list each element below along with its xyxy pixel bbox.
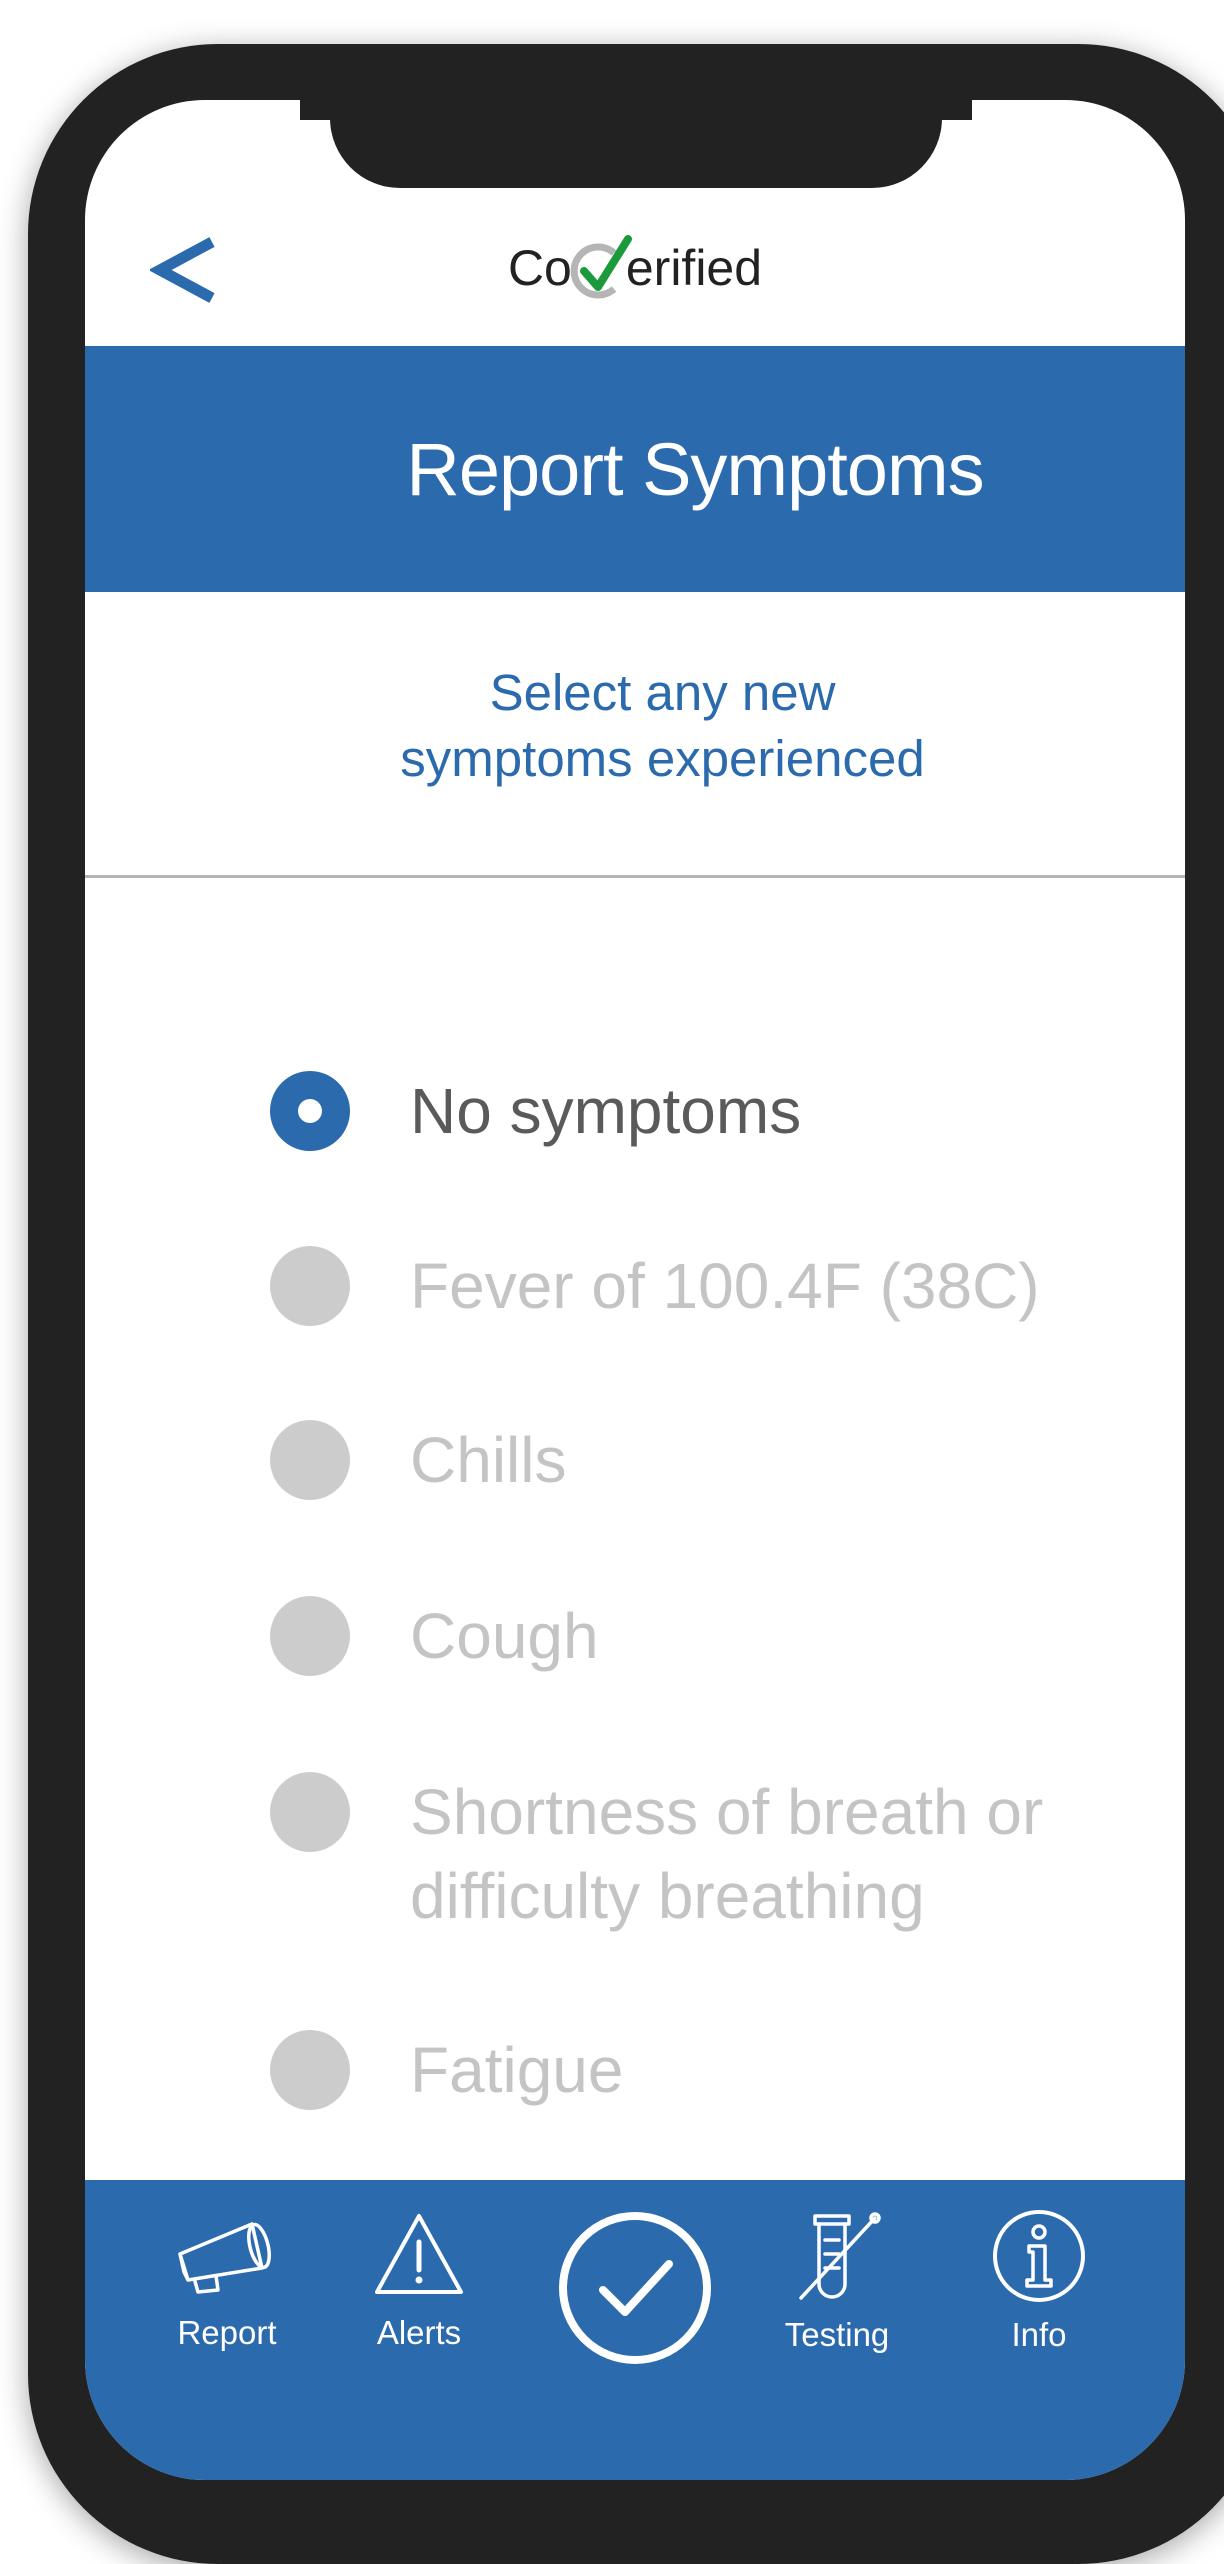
symptom-option-fever[interactable]: Fever of 100.4F (38C) — [270, 1246, 1150, 1328]
radio-button[interactable] — [270, 1420, 350, 1500]
radio-button[interactable] — [270, 1246, 350, 1326]
symptom-option-cough[interactable]: Cough — [270, 1596, 1150, 1678]
symptom-label: Shortness of breath or difficulty breath… — [410, 1776, 1044, 1932]
nav-info[interactable]: Info — [949, 2210, 1129, 2354]
radio-button[interactable] — [270, 1596, 350, 1676]
nav-label: Alerts — [376, 2314, 462, 2351]
nav-report[interactable]: Report — [137, 2210, 317, 2352]
symptom-label: Cough — [410, 1600, 599, 1672]
page-title: Report Symptoms — [406, 427, 984, 511]
symptom-option-fatigue[interactable]: Fatigue — [270, 2030, 1150, 2112]
confirm-button[interactable] — [559, 2212, 711, 2364]
symptom-option-chills[interactable]: Chills — [270, 1420, 1150, 1502]
bottom-nav: Report Alerts Testing Info — [85, 2180, 1185, 2480]
nav-label: Testing — [784, 2316, 890, 2353]
info-icon — [993, 2210, 1085, 2302]
nav-testing[interactable]: Testing — [747, 2210, 927, 2354]
logo-text-right: erified — [625, 240, 763, 296]
instruction-line-2: symptoms experienced — [400, 730, 925, 787]
app-logo: Co erified — [85, 218, 1185, 318]
nav-label: Report — [177, 2314, 277, 2351]
title-bar: Report Symptoms — [85, 346, 1185, 592]
symptom-option-shortness-of-breath[interactable]: Shortness of breath or difficulty breath… — [270, 1772, 1150, 1938]
logo-check-icon — [570, 235, 632, 299]
symptom-label: Chills — [410, 1424, 567, 1496]
instruction-text: Select any new symptoms experienced — [85, 660, 1185, 792]
symptom-label: No symptoms — [410, 1075, 802, 1147]
instruction-line-1: Select any new — [489, 664, 836, 721]
warning-icon — [375, 2214, 463, 2294]
section-divider — [85, 875, 1185, 878]
symptom-option-no-symptoms[interactable]: No symptoms — [270, 1071, 1150, 1153]
app-screen: Co erified Report Symptoms Select any ne… — [85, 100, 1185, 2480]
radio-button-selected[interactable] — [270, 1071, 350, 1151]
nav-alerts[interactable]: Alerts — [329, 2210, 509, 2352]
logo-text: Co erified — [508, 233, 762, 303]
radio-button[interactable] — [270, 1772, 350, 1852]
radio-button[interactable] — [270, 2030, 350, 2110]
checkmark-icon — [599, 2260, 673, 2316]
test-tube-icon — [799, 2212, 881, 2300]
symptom-label: Fever of 100.4F (38C) — [410, 1250, 1040, 1322]
logo-text-left: Co — [507, 240, 572, 296]
nav-label: Info — [1011, 2316, 1067, 2353]
symptom-label: Fatigue — [410, 2034, 624, 2106]
phone-notch — [330, 100, 942, 188]
megaphone-icon — [178, 2222, 271, 2294]
